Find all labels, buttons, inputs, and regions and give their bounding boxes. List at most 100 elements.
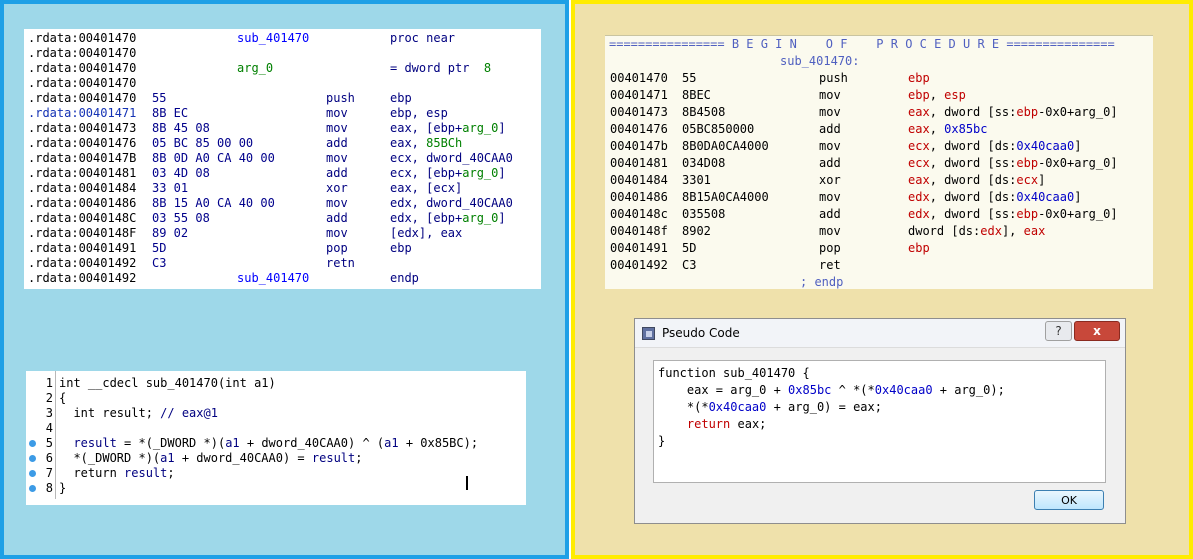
code-line[interactable]: 3 int result; // eax@1 [26, 406, 526, 421]
ida-line[interactable]: .rdata:00401470 [24, 76, 541, 91]
proc-name: sub_401470 [237, 31, 310, 45]
listing-row[interactable]: 00401486 8B15A0CA4000 mov edx, dword [ds:0x… [605, 189, 1153, 206]
mnemonic: retn [326, 256, 355, 270]
operand-part: , [929, 88, 945, 102]
arg-name: arg_0 [237, 61, 274, 75]
code-line[interactable]: 7 return result; [26, 466, 526, 481]
mnemonic: add [819, 156, 841, 170]
ida-line[interactable]: .rdata:00401476 05 BC 85 00 00 add eax, 85B… [24, 136, 541, 151]
mnemonic: pop [326, 241, 348, 255]
ok-button[interactable]: OK [1034, 490, 1104, 510]
mnemonic: add [326, 211, 348, 225]
opcode-bytes: 035508 [682, 207, 726, 221]
code-token: 0x85bc [788, 383, 832, 397]
operand-part: ] [498, 211, 506, 225]
operand-part: ecx [1016, 173, 1039, 187]
opcode-bytes: 03 4D 08 [152, 166, 210, 180]
listing-row[interactable]: 00401473 8B4508 mov eax, dword [ss:ebp-0x0+… [605, 104, 1153, 121]
listing-row[interactable]: 0040148c 035508 add edx, dword [ss:ebp-0x0+… [605, 206, 1153, 223]
code-token: // eax@1 [160, 406, 218, 420]
listing-row[interactable]: 00401484 3301 xor eax, dword [ds:ecx] [605, 172, 1153, 189]
operand-part: arg_0 [462, 211, 499, 225]
code-line[interactable]: 1 int __cdecl sub_401470(int a1) [26, 376, 526, 391]
listing-row[interactable]: 0040147b 8B0DA0CA4000 mov ecx, dword [ds:0x… [605, 138, 1153, 155]
ida-line[interactable]: .rdata:00401492 C3 retn [24, 256, 541, 271]
ida-line[interactable]: .rdata:00401486 8B 15 A0 CA 40 00 mov edx, … [24, 196, 541, 211]
directive: endp [390, 271, 419, 285]
address: .rdata:0040148F [28, 226, 137, 240]
code-token: ^ *(* [831, 383, 875, 397]
ida-line[interactable]: .rdata:00401470 arg_0 = dword ptr 8 [24, 61, 541, 76]
operand-part: eax [908, 173, 930, 187]
operands: ecx, dword [ds:0x40caa0] [908, 138, 1081, 155]
operand-part: edx [908, 190, 930, 204]
listing-row[interactable]: 00401492 C3 ret [605, 257, 1153, 274]
operand-part: esp [944, 88, 966, 102]
listing-row[interactable]: 00401481 034D08 add ecx, dword [ss:ebp-0x0+… [605, 155, 1153, 172]
code-text: int __cdecl sub_401470(int a1) [59, 376, 276, 391]
operand-part: ecx [908, 156, 930, 170]
code-line[interactable]: 5 result = *(_DWORD *)(a1 + dword_40CAA0… [26, 436, 526, 451]
ida-line[interactable]: .rdata:00401470 [24, 46, 541, 61]
operands: ecx, dword_40CAA0 [390, 151, 513, 166]
address: .rdata:00401492 [28, 271, 137, 285]
ida-line[interactable]: .rdata:00401471 8B EC mov ebp, esp [24, 106, 541, 121]
code-text: *(_DWORD *)(a1 + dword_40CAA0) = result; [59, 451, 362, 466]
code-line[interactable]: 6 *(_DWORD *)(a1 + dword_40CAA0) = resul… [26, 451, 526, 466]
pseudo-code-line: *(*0x40caa0 + arg_0) = eax; [658, 399, 1105, 416]
pseudo-code-line: return eax; [658, 416, 1105, 433]
ida-line[interactable]: .rdata:0040147B 8B 0D A0 CA 40 00 mov ecx, … [24, 151, 541, 166]
opcode-bytes: 55 [682, 71, 697, 85]
ida-line[interactable]: .rdata:00401470 sub_401470 proc near [24, 31, 541, 46]
pseudo-code-text[interactable]: function sub_401470 { eax = arg_0 + 0x85… [653, 360, 1106, 483]
arg-definition: = dword ptr 8 [390, 61, 491, 76]
opcode-bytes: 3301 [682, 173, 711, 187]
opcode-bytes: 5D [682, 241, 697, 255]
code-line[interactable]: 4 [26, 421, 526, 436]
address: 00401476 [610, 122, 668, 136]
ida-line[interactable]: .rdata:00401484 33 01 xor eax, [ecx] [24, 181, 541, 196]
code-token: result [73, 436, 117, 450]
mnemonic: ret [819, 258, 841, 272]
listing-row[interactable]: 00401491 5D pop ebp [605, 240, 1153, 257]
disassembly-listing[interactable]: ================ B E G I N O F P R O C E… [605, 35, 1153, 289]
address: 00401473 [610, 105, 668, 119]
address: 0040148f [610, 224, 668, 238]
code-token: + 0x85BC); [398, 436, 479, 450]
opcode-bytes: 8B0DA0CA4000 [682, 139, 769, 153]
operand-part: arg_0 [462, 121, 499, 135]
dialog-titlebar[interactable]: Pseudo Code ? x [635, 319, 1125, 348]
listing-row[interactable]: 00401476 05BC850000 add eax, 0x85bc [605, 121, 1153, 138]
code-line[interactable]: 8} [26, 481, 526, 496]
ida-line[interactable]: .rdata:00401481 03 4D 08 add ecx, [ebp+arg_… [24, 166, 541, 181]
code-token: return [686, 417, 731, 431]
ida-disassembly-view[interactable]: .rdata:00401470 sub_401470 proc near .rdata… [24, 29, 541, 289]
listing-row[interactable]: 0040148f 8902 mov dword [ds:edx], eax [605, 223, 1153, 240]
operand-part: 0x40caa0 [1016, 139, 1075, 153]
ida-line[interactable]: .rdata:00401473 8B 45 08 mov eax, [ebp+arg_… [24, 121, 541, 136]
address: .rdata:00401481 [28, 166, 137, 180]
opcode-bytes: 55 [152, 91, 167, 105]
mnemonic: add [326, 136, 348, 150]
operand-part: dword [ds: [908, 224, 981, 238]
ida-line[interactable]: .rdata:00401491 5D pop ebp [24, 241, 541, 256]
operand-part: -0x0+arg_0] [1038, 156, 1118, 170]
close-button[interactable]: x [1074, 321, 1120, 341]
operand-part: ] [498, 121, 506, 135]
ida-line[interactable]: .rdata:0040148F 89 02 mov [edx], eax [24, 226, 541, 241]
listing-row[interactable]: 00401471 8BEC mov ebp, esp [605, 87, 1153, 104]
code-token: result [311, 451, 356, 465]
ida-line[interactable]: .rdata:00401492 sub_401470 endp [24, 271, 541, 286]
operand-part: ] [1074, 139, 1082, 153]
opcode-bytes: 8902 [682, 224, 711, 238]
code-line[interactable]: 2{ [26, 391, 526, 406]
listing-row[interactable]: 00401470 55 push ebp [605, 70, 1153, 87]
ida-line[interactable]: .rdata:0040148C 03 55 08 add edx, [ebp+arg_… [24, 211, 541, 226]
operand-part: , dword [ss: [929, 156, 1017, 170]
operand-part: eax, [ecx] [390, 181, 463, 195]
help-button[interactable]: ? [1045, 321, 1072, 341]
decompiler-view[interactable]: 1 int __cdecl sub_401470(int a1) 2{3 int r… [26, 371, 526, 505]
code-token: *(_DWORD *)( [59, 451, 161, 465]
operands: edx, dword [ss:ebp-0x0+arg_0] [908, 206, 1118, 223]
ida-line[interactable]: .rdata:00401470 55 push ebp [24, 91, 541, 106]
